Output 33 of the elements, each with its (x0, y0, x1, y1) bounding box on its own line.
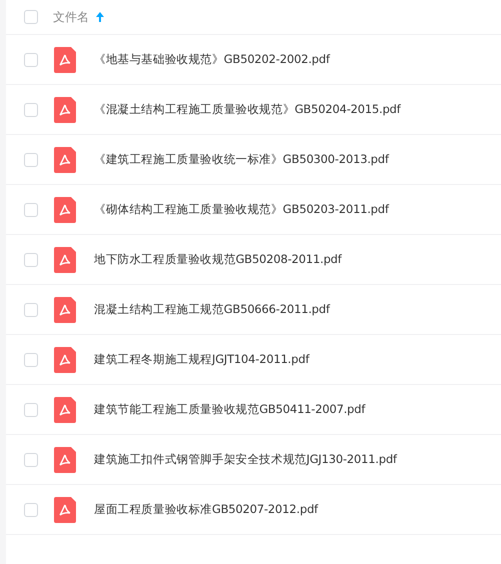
pdf-file-icon (54, 196, 76, 222)
pdf-file-icon (54, 96, 76, 122)
pdf-file-icon (54, 146, 76, 172)
file-checkbox[interactable] (24, 502, 38, 516)
file-name[interactable]: 混凝土结构工程施工规范GB50666-2011.pdf (94, 302, 330, 317)
file-checkbox[interactable] (24, 252, 38, 266)
file-name[interactable]: 屋面工程质量验收标准GB50207-2012.pdf (94, 502, 318, 517)
file-checkbox[interactable] (24, 52, 38, 66)
file-name[interactable]: 建筑工程冬期施工规程JGJT104-2011.pdf (94, 352, 310, 367)
file-name[interactable]: 《混凝土结构工程施工质量验收规范》GB50204-2015.pdf (94, 102, 401, 117)
file-name[interactable]: 地下防水工程质量验收规范GB50208-2011.pdf (94, 252, 342, 267)
file-name[interactable]: 《砌体结构工程施工质量验收规范》GB50203-2011.pdf (94, 202, 389, 217)
file-checkbox[interactable] (24, 102, 38, 116)
file-name[interactable]: 《地基与基础验收规范》GB50202-2002.pdf (94, 52, 330, 67)
file-checkbox[interactable] (24, 452, 38, 466)
file-checkbox[interactable] (24, 302, 38, 316)
pdf-file-icon (54, 46, 76, 72)
column-header[interactable]: 文件名 (53, 8, 89, 26)
file-name[interactable]: 建筑节能工程施工质量验收规范GB50411-2007.pdf (94, 402, 366, 417)
pdf-file-icon (54, 446, 76, 472)
file-checkbox[interactable] (24, 352, 38, 366)
file-name[interactable]: 《建筑工程施工质量验收统一标准》GB50300-2013.pdf (94, 152, 389, 167)
file-name[interactable]: 建筑施工扣件式钢管脚手架安全技术规范JGJ130-2011.pdf (94, 452, 397, 467)
file-checkbox[interactable] (24, 202, 38, 216)
select-all-checkbox[interactable] (24, 10, 38, 24)
pdf-file-icon (54, 246, 76, 272)
pdf-file-icon (54, 296, 76, 322)
file-checkbox[interactable] (24, 152, 38, 166)
sort-arrow-icon[interactable] (95, 11, 105, 23)
pdf-file-icon (54, 396, 76, 422)
pdf-file-icon (54, 346, 76, 372)
pdf-file-icon (54, 496, 76, 522)
file-checkbox[interactable] (24, 402, 38, 416)
